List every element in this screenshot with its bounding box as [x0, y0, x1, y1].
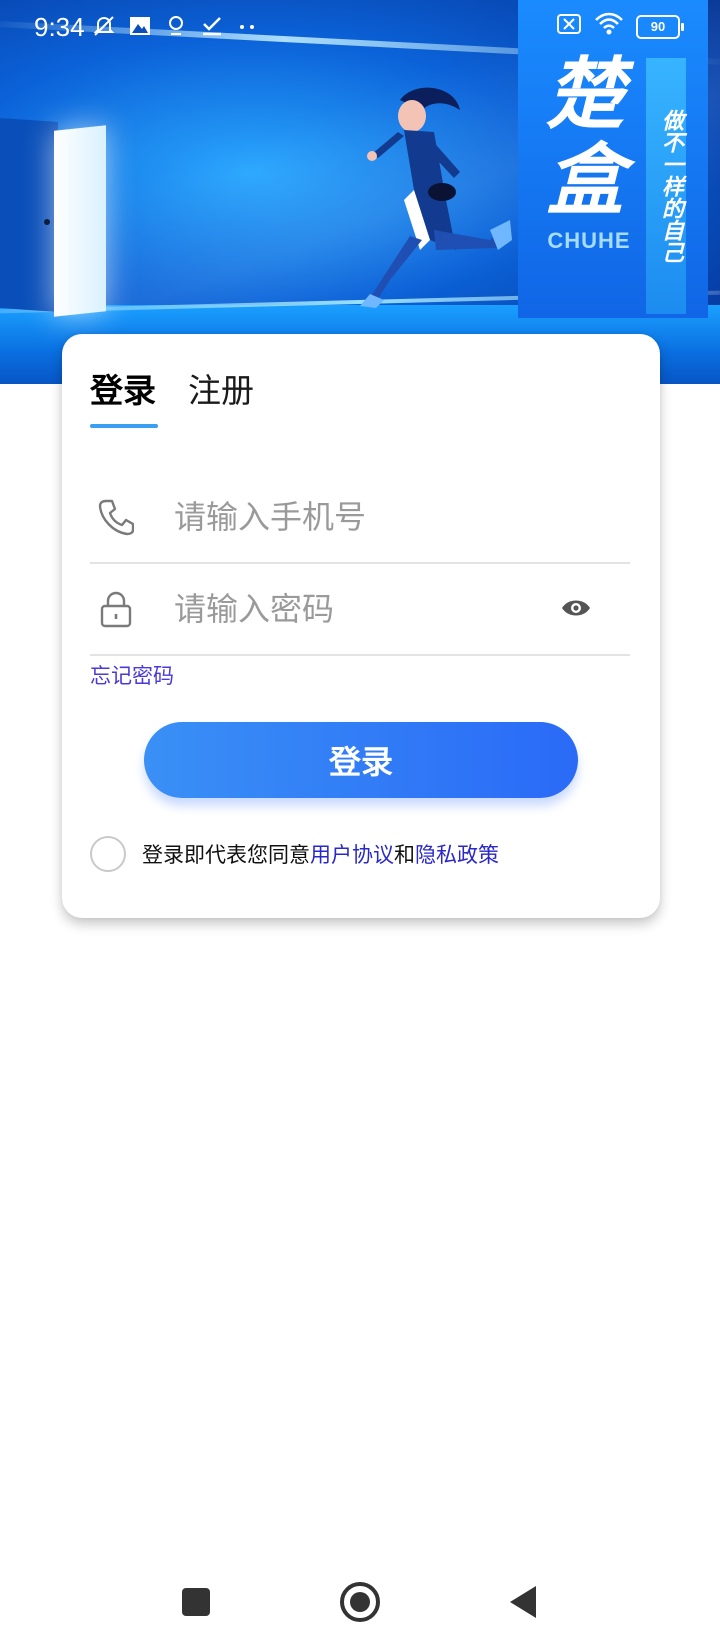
door-frame: [0, 117, 58, 313]
agreement-and: 和: [394, 843, 415, 867]
location-icon: [164, 14, 188, 38]
sim-off-icon: [556, 13, 582, 40]
login-button[interactable]: 登录: [144, 722, 578, 798]
phone-input[interactable]: [172, 494, 536, 540]
lock-icon: [98, 590, 134, 628]
auth-tabs: 登录 注册: [90, 364, 254, 412]
brand-english-name: CHUHE: [547, 228, 631, 253]
agreement-row: 登录即代表您同意用户协议和隐私政策: [90, 836, 499, 872]
show-password-eye-icon[interactable]: [560, 594, 592, 622]
active-tab-indicator: [90, 424, 158, 428]
login-card: 登录 注册 忘记密码 登录 登录即代表您同意用户协议和隐私政策: [62, 334, 660, 918]
door-knob: [44, 219, 50, 225]
brand-logo-text: 楚盒: [545, 50, 624, 226]
tab-register[interactable]: 注册: [188, 364, 254, 412]
status-time: 9:34: [34, 12, 85, 42]
agreement-text: 登录即代表您同意用户协议和隐私政策: [142, 839, 499, 869]
agreement-checkbox[interactable]: [90, 836, 126, 872]
wifi-icon: [594, 12, 624, 41]
running-woman-illustration: [360, 87, 512, 308]
home-icon[interactable]: [336, 1578, 384, 1626]
status-left-icons: [92, 12, 260, 40]
mute-icon: [92, 14, 116, 38]
user-agreement-link[interactable]: 用户协议: [310, 843, 394, 867]
password-input[interactable]: [172, 586, 536, 632]
battery-icon: 90: [636, 14, 684, 39]
recents-icon[interactable]: [172, 1578, 220, 1626]
phone-field: [90, 470, 630, 564]
agreement-prefix: 登录即代表您同意: [142, 843, 310, 867]
more-dots-icon: [236, 14, 260, 38]
forgot-password-link[interactable]: 忘记密码: [90, 660, 174, 690]
status-bar: 9:34 90: [0, 0, 720, 54]
slogan-text: 做不一样的自己: [658, 109, 683, 263]
status-right-icons: 90: [556, 12, 684, 41]
checkmark-icon: [200, 14, 224, 38]
image-icon: [128, 14, 152, 38]
open-door-illustration: [54, 125, 106, 317]
privacy-policy-link[interactable]: 隐私政策: [415, 843, 499, 867]
phone-icon: [98, 498, 135, 536]
password-field: [90, 562, 630, 656]
system-nav-bar: [0, 1560, 720, 1650]
hero-banner: 楚盒 CHUHE 做不一样的自己: [0, 0, 720, 384]
tab-login[interactable]: 登录: [90, 364, 156, 412]
back-icon[interactable]: [500, 1578, 548, 1626]
